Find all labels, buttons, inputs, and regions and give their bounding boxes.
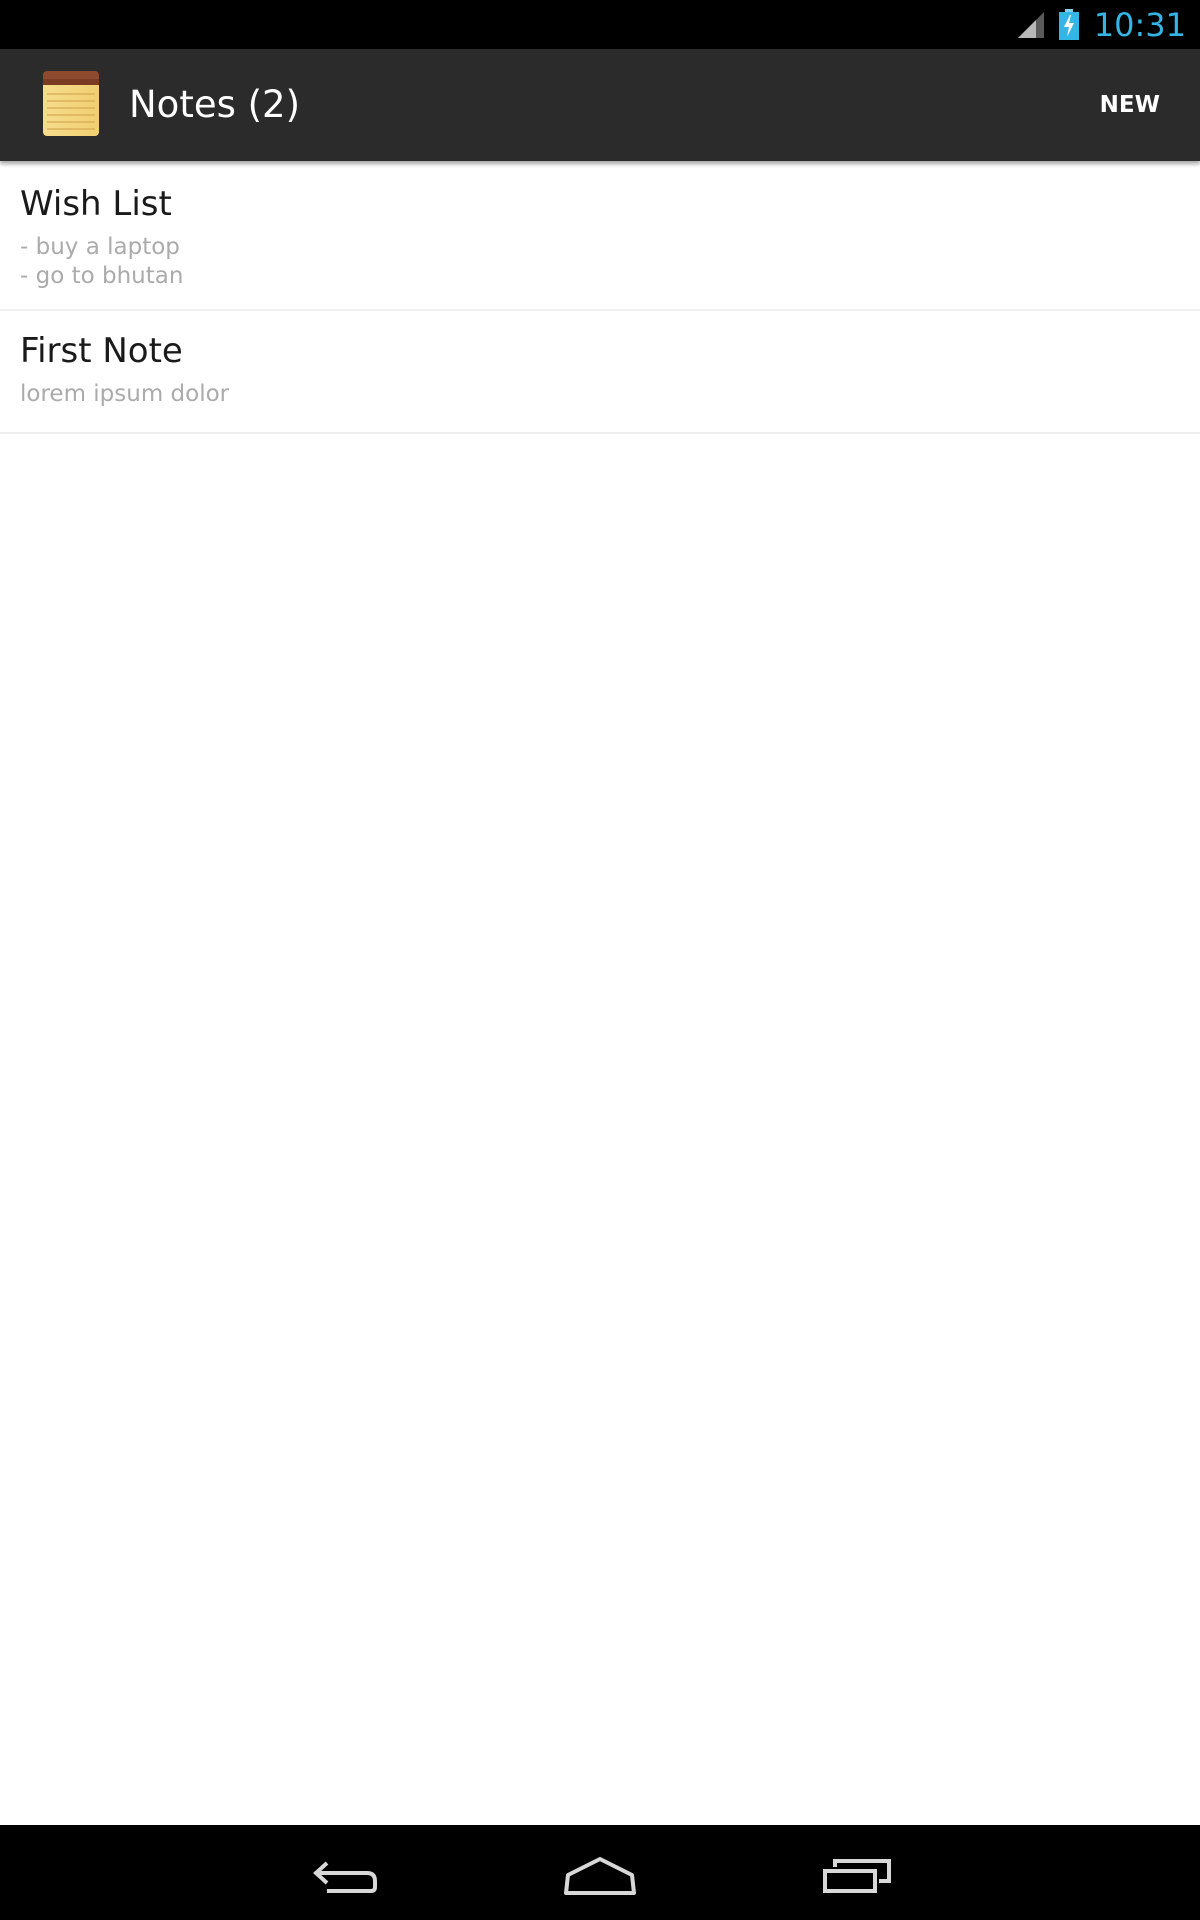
status-icons: 10:31 (1016, 0, 1186, 49)
action-bar: Notes (2) NEW (0, 49, 1200, 161)
notepad-icon (43, 71, 99, 136)
note-title: First Note (20, 331, 183, 371)
back-icon (313, 1861, 377, 1893)
note-preview: lorem ipsum dolor (20, 381, 230, 407)
home-icon (564, 1857, 636, 1895)
note-title: Wish List (20, 184, 172, 224)
list-item[interactable]: Wish List - buy a laptop - go to bhutan (0, 161, 1200, 311)
back-button[interactable] (305, 1843, 385, 1903)
recent-apps-button[interactable] (817, 1843, 897, 1903)
screen: 10:31 Notes (2) NEW Wish List - buy a la… (0, 0, 1200, 1920)
new-note-button[interactable]: NEW (1082, 77, 1178, 133)
home-button[interactable] (560, 1843, 640, 1903)
list-item[interactable]: First Note lorem ipsum dolor (0, 311, 1200, 434)
status-time: 10:31 (1093, 5, 1186, 44)
signal-icon (1017, 11, 1044, 38)
navigation-bar (0, 1825, 1200, 1920)
recent-apps-icon (823, 1859, 891, 1893)
note-preview: - buy a laptop - go to bhutan (20, 234, 184, 289)
battery-charging-icon (1058, 8, 1079, 40)
note-list: Wish List - buy a laptop - go to bhutan … (0, 161, 1200, 434)
page-title: Notes (2) (129, 83, 301, 126)
status-bar: 10:31 (0, 0, 1200, 49)
